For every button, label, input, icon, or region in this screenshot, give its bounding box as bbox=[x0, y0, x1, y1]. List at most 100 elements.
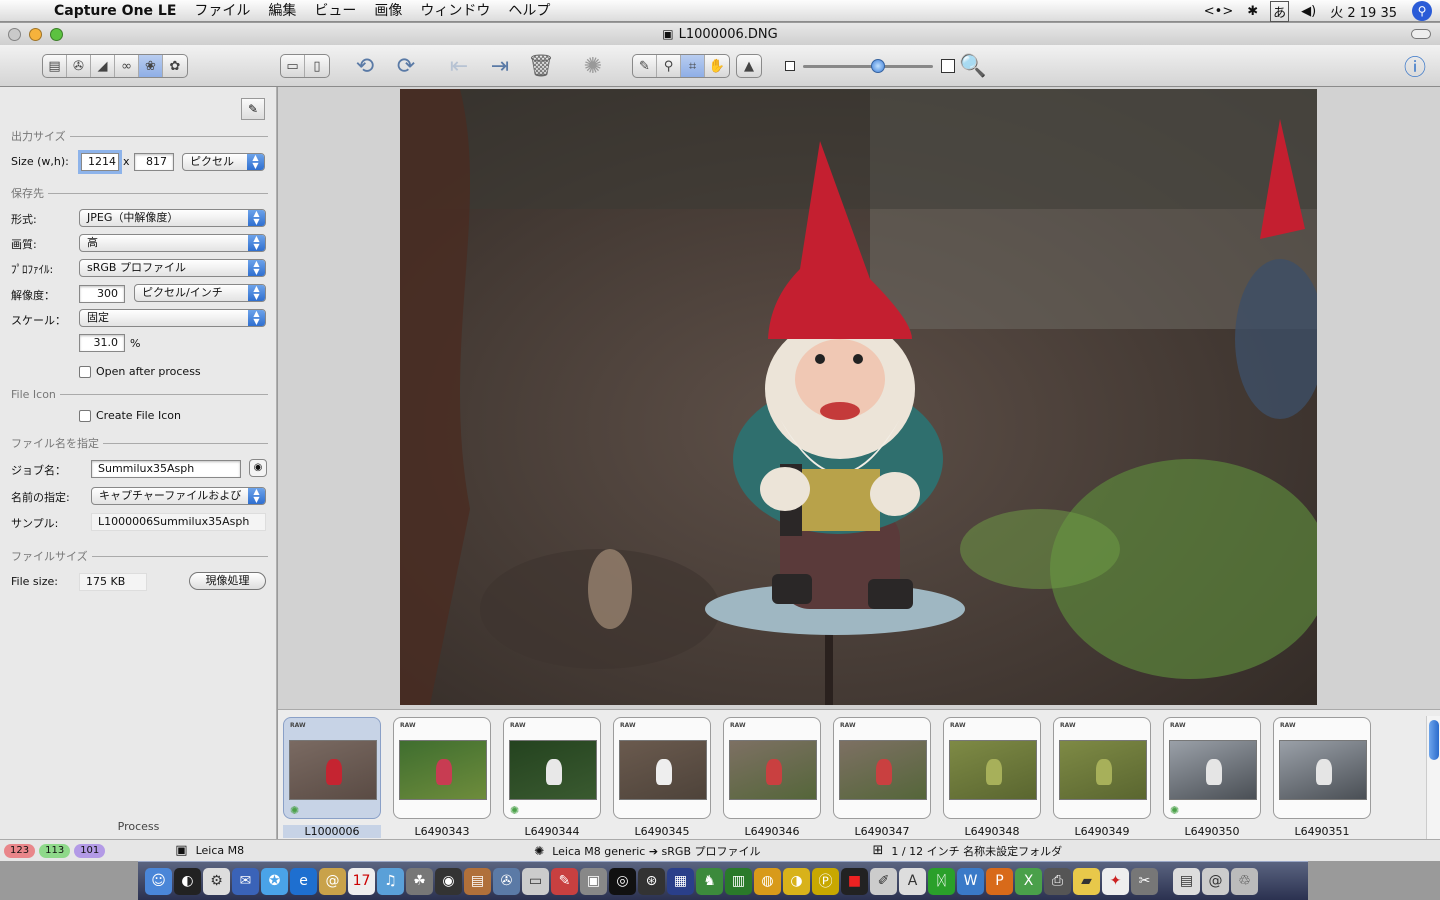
scrollbar-thumb[interactable] bbox=[1429, 720, 1439, 760]
text-edit-icon[interactable]: A bbox=[899, 867, 926, 895]
jpeg-document-icon[interactable]: ▤ bbox=[1173, 867, 1200, 895]
exposure-warning-icon[interactable]: ▲ bbox=[737, 55, 761, 77]
address-book-icon[interactable]: @ bbox=[319, 867, 346, 895]
width-field[interactable]: 1214 bbox=[81, 153, 119, 171]
quicktime-icon[interactable]: Ⓟ bbox=[812, 867, 839, 895]
thumbnail[interactable]: RAW ✺ bbox=[283, 717, 381, 819]
iphoto-icon[interactable]: ☘ bbox=[406, 867, 433, 895]
cd-icon[interactable]: ◍ bbox=[754, 867, 781, 895]
powerpoint-icon[interactable]: P bbox=[986, 867, 1013, 895]
app-menu[interactable]: Capture One LE bbox=[46, 0, 185, 22]
input-method-menu[interactable]: あ bbox=[1270, 0, 1290, 22]
portrait-view-icon[interactable]: ▯ bbox=[305, 55, 329, 77]
trash-icon[interactable]: 🗑 bbox=[526, 51, 556, 81]
zoom-out-icon[interactable] bbox=[785, 61, 795, 71]
zoom-slider[interactable] bbox=[803, 58, 933, 73]
thumbnail[interactable]: RAW bbox=[943, 717, 1041, 819]
dashboard-icon[interactable]: ◐ bbox=[174, 867, 201, 895]
picker-tool-icon[interactable]: ✎ bbox=[633, 55, 657, 77]
color-tab-icon[interactable]: ✇ bbox=[67, 55, 91, 77]
quality-select[interactable]: 高 ▲ ▼ bbox=[79, 234, 266, 252]
histogram-tab-icon[interactable]: ◢ bbox=[91, 55, 115, 77]
safari-icon[interactable]: ✪ bbox=[261, 867, 288, 895]
printer-icon[interactable]: ⎙ bbox=[1044, 867, 1071, 895]
preferences-icon[interactable]: ⚙ bbox=[203, 867, 230, 895]
zoom-tool-icon[interactable]: ⚲ bbox=[657, 55, 681, 77]
job-name-field[interactable]: Summilux35Asph bbox=[91, 460, 241, 478]
scanner-icon[interactable]: ▭ bbox=[522, 867, 549, 895]
capture-one-icon[interactable]: ✇ bbox=[493, 867, 520, 895]
itunes-icon[interactable]: ♫ bbox=[377, 867, 404, 895]
folder-icon[interactable]: ▰ bbox=[1073, 867, 1100, 895]
trash-dock-icon[interactable]: ♲ bbox=[1231, 867, 1258, 895]
activity-monitor-icon[interactable]: ▥ bbox=[725, 867, 752, 895]
chess-icon[interactable]: ♞ bbox=[696, 867, 723, 895]
toolbar-toggle-button[interactable] bbox=[1411, 29, 1431, 39]
time-machine-icon[interactable]: ⊛ bbox=[638, 867, 665, 895]
info-icon[interactable]: ⓘ bbox=[1400, 51, 1430, 81]
edit-settings-icon[interactable]: ✎ bbox=[241, 98, 265, 120]
scale-select[interactable]: 固定 ▲ ▼ bbox=[79, 309, 266, 327]
naming-select[interactable]: キャプチャーファイルおよび ▲ ▼ bbox=[91, 487, 266, 505]
format-select[interactable]: JPEG（中解像度） ▲ ▼ bbox=[79, 209, 266, 227]
keyboard-icon[interactable]: ▦ bbox=[667, 867, 694, 895]
utility-icon[interactable]: ✂ bbox=[1131, 867, 1158, 895]
thumbnail[interactable]: RAW ✺ bbox=[503, 717, 601, 819]
thumbnail[interactable]: RAW bbox=[393, 717, 491, 819]
dvd-player-icon[interactable]: ◎ bbox=[609, 867, 636, 895]
close-window-button[interactable] bbox=[8, 28, 21, 41]
preview-icon[interactable]: ✐ bbox=[870, 867, 897, 895]
size-unit-select[interactable]: ピクセル ▲ ▼ bbox=[182, 153, 265, 171]
ical-icon[interactable]: 17 bbox=[348, 867, 375, 895]
profile-select[interactable]: sRGB プロファイル ▲ ▼ bbox=[79, 259, 266, 277]
next-image-icon[interactable]: ⇥ bbox=[485, 51, 515, 81]
height-field[interactable]: 817 bbox=[134, 153, 174, 171]
zoom-window-button[interactable] bbox=[50, 28, 63, 41]
menu-window[interactable]: ウィンドウ bbox=[411, 0, 499, 22]
font-book-icon[interactable]: ᛞ bbox=[928, 867, 955, 895]
resolution-unit-select[interactable]: ピクセル/インチ ▲ ▼ bbox=[134, 284, 266, 302]
media-icon[interactable]: ■ bbox=[841, 867, 868, 895]
process-queue-icon[interactable]: ✺ bbox=[578, 51, 608, 81]
process-button[interactable]: 現像処理 bbox=[189, 572, 266, 590]
resolution-field[interactable]: 300 bbox=[79, 285, 125, 303]
finder-icon[interactable]: ☺ bbox=[145, 867, 172, 895]
document-icon-dock[interactable]: ✦ bbox=[1102, 867, 1129, 895]
capture-tab-icon[interactable]: ▤ bbox=[43, 55, 67, 77]
thumbnail[interactable]: RAW bbox=[1273, 717, 1371, 819]
image-capture-icon[interactable]: ▣ bbox=[580, 867, 607, 895]
network-icon[interactable]: <•> bbox=[1197, 4, 1240, 19]
magnifier-icon[interactable]: 🔍 bbox=[958, 51, 988, 81]
loupe-tab-icon[interactable]: ∞ bbox=[115, 55, 139, 77]
menu-help[interactable]: ヘルプ bbox=[499, 0, 559, 22]
word-icon[interactable]: W bbox=[957, 867, 984, 895]
crop-tool-icon[interactable]: ⌗ bbox=[681, 55, 705, 77]
token-menu-icon[interactable]: ◉ bbox=[249, 459, 267, 477]
disk-icon[interactable]: ◑ bbox=[783, 867, 810, 895]
camera-app-icon[interactable]: ◉ bbox=[435, 867, 462, 895]
filmstrip-scrollbar[interactable] bbox=[1426, 716, 1440, 842]
spotlight-icon[interactable]: ⚲ bbox=[1412, 1, 1432, 21]
zoom-slider-knob[interactable] bbox=[871, 58, 885, 73]
landscape-view-icon[interactable]: ▭ bbox=[281, 55, 305, 77]
scale-percent-field[interactable]: 31.0 bbox=[79, 334, 125, 352]
hand-tool-icon[interactable]: ✋ bbox=[705, 55, 729, 77]
thumbnail[interactable]: RAW ✺ bbox=[1163, 717, 1261, 819]
create-file-icon-checkbox[interactable]: Create File Icon bbox=[79, 409, 181, 422]
network-dock-icon[interactable]: @ bbox=[1202, 867, 1229, 895]
thumbnail[interactable]: RAW bbox=[723, 717, 821, 819]
previous-image-icon[interactable]: ⇤ bbox=[444, 51, 474, 81]
excel-icon[interactable]: X bbox=[1015, 867, 1042, 895]
thumbnail[interactable]: RAW bbox=[1053, 717, 1151, 819]
zoom-in-icon[interactable] bbox=[941, 59, 955, 73]
open-after-process-checkbox[interactable]: Open after process bbox=[79, 365, 201, 378]
photo-app-icon[interactable]: ▤ bbox=[464, 867, 491, 895]
minimize-window-button[interactable] bbox=[29, 28, 42, 41]
internet-explorer-icon[interactable]: e bbox=[290, 867, 317, 895]
menu-view[interactable]: ビュー bbox=[305, 0, 365, 22]
rotate-left-icon[interactable]: ⟲ bbox=[350, 51, 380, 81]
rotate-right-icon[interactable]: ⟳ bbox=[391, 51, 421, 81]
menu-image[interactable]: 画像 bbox=[365, 0, 411, 22]
bluetooth-icon[interactable]: ✱ bbox=[1240, 4, 1265, 19]
pdf-icon[interactable]: ✎ bbox=[551, 867, 578, 895]
